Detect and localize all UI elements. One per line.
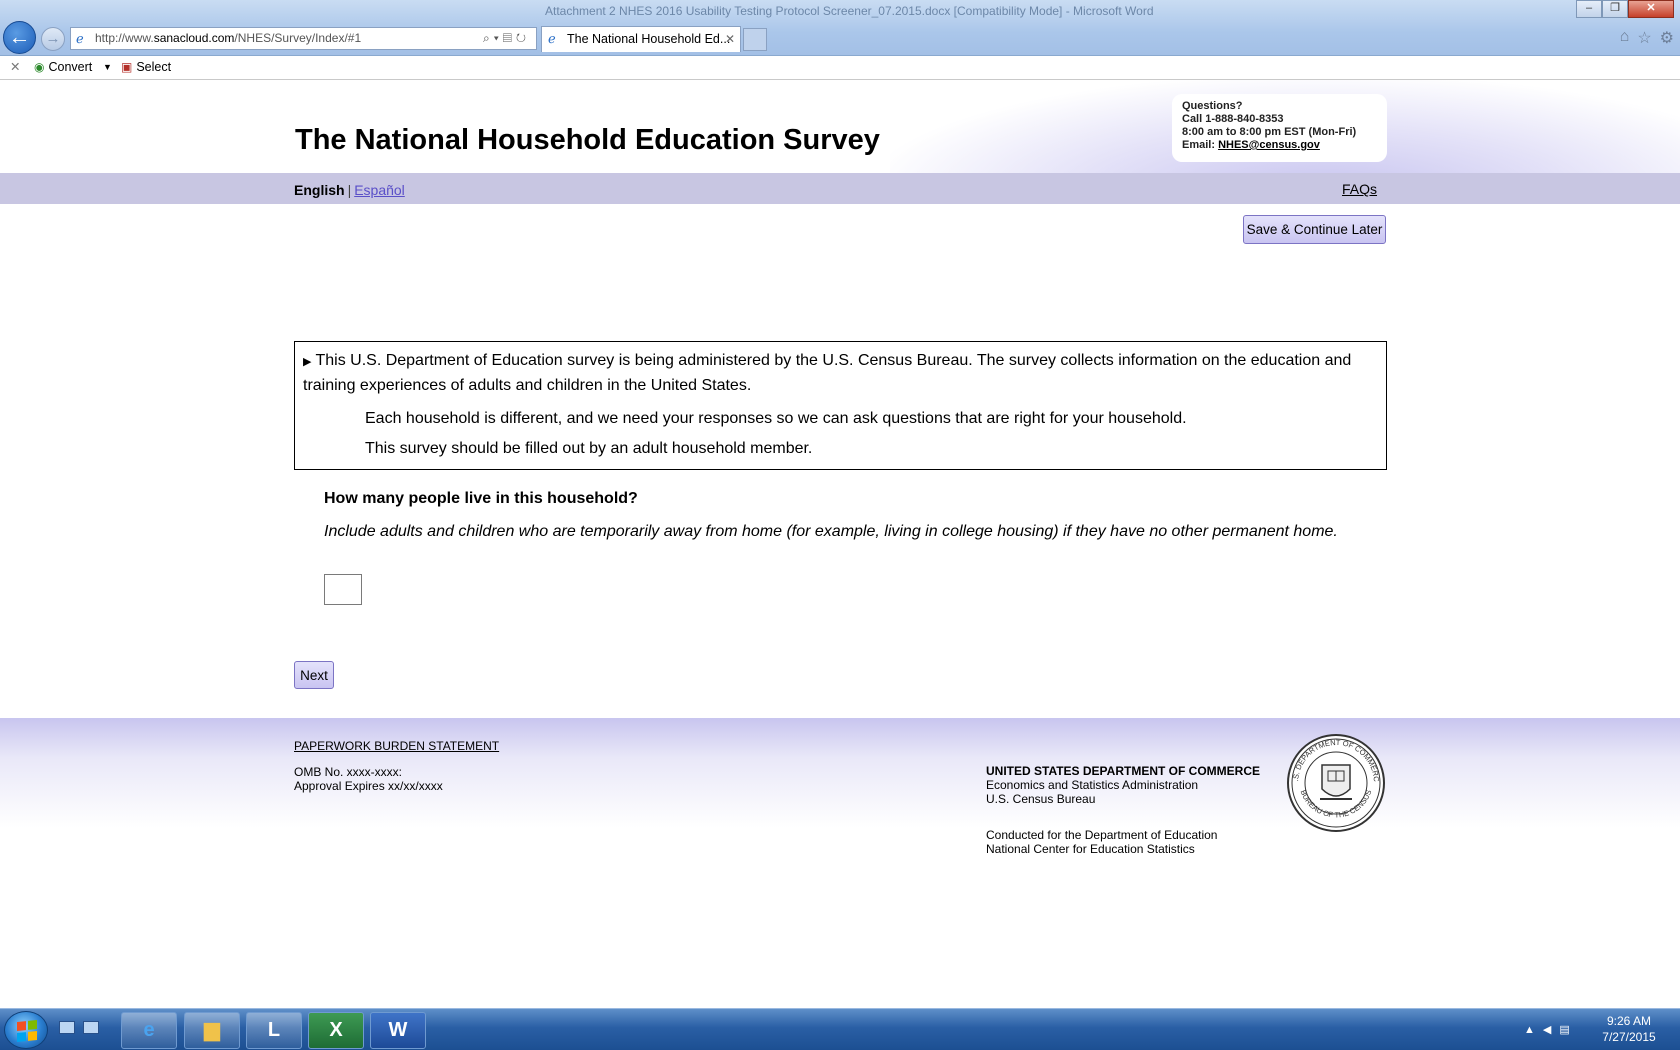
- faqs-link[interactable]: FAQs: [1342, 181, 1377, 197]
- intro-paragraph-2: Each household is different, and we need…: [365, 410, 1187, 427]
- convert-button[interactable]: ◉ Convert: [34, 56, 92, 78]
- clock-date: 7/27/2015: [1602, 1030, 1656, 1044]
- contact-email-link[interactable]: NHES@census.gov: [1218, 139, 1320, 151]
- minimize-button[interactable]: –: [1576, 0, 1602, 18]
- browser-tab[interactable]: ℯ The National Household Ed... ✕: [541, 26, 741, 52]
- convert-dropdown-icon[interactable]: ▼: [103, 56, 112, 78]
- dropdown-icon[interactable]: ▾: [494, 31, 503, 45]
- save-continue-later-button[interactable]: Save & Continue Later: [1243, 215, 1386, 244]
- restore-button[interactable]: ❐: [1602, 0, 1628, 18]
- url-prefix: http://www.: [95, 31, 154, 45]
- taskbar-clock[interactable]: 9:26 AM 7/27/2015: [1594, 1013, 1664, 1045]
- show-desktop-icon[interactable]: [59, 1021, 75, 1034]
- ie-page-icon: ℯ: [548, 31, 556, 46]
- close-tab-icon[interactable]: ✕: [725, 27, 735, 51]
- question-text: How many people live in this household?: [324, 490, 638, 507]
- close-toolbar-icon[interactable]: ✕: [10, 56, 20, 78]
- browser-titlebar: Attachment 2 NHES 2016 Usability Testing…: [0, 0, 1680, 56]
- start-orb-icon[interactable]: [4, 1011, 48, 1049]
- conducted-line-1: Conducted for the Department of Educatio…: [986, 828, 1218, 842]
- url-path: /NHES/Survey/Index/#1: [234, 31, 362, 45]
- question-hint: Include adults and children who are temp…: [324, 523, 1338, 540]
- window-title: Attachment 2 NHES 2016 Usability Testing…: [545, 4, 1154, 18]
- select-button[interactable]: ▣ Select: [121, 56, 171, 78]
- intro-box: ▶ This U.S. Department of Education surve…: [294, 341, 1387, 470]
- intro-paragraph-1: ▶ This U.S. Department of Education surve…: [303, 352, 1352, 394]
- language-spanish-link[interactable]: Español: [354, 182, 405, 198]
- household-count-input[interactable]: [324, 574, 362, 605]
- approval-expires: Approval Expires xx/xx/xxxx: [294, 779, 443, 793]
- language-english: English: [294, 182, 345, 198]
- command-bar: ✕ ◉ Convert ▼ ▣ Select: [0, 56, 1680, 80]
- explorer-folder-taskbar-icon[interactable]: ▆: [184, 1012, 240, 1049]
- conducted-for: Conducted for the Department of Educatio…: [986, 828, 1217, 856]
- contact-heading: Questions?: [1182, 100, 1243, 112]
- back-arrow-icon[interactable]: ←: [3, 21, 36, 54]
- switch-windows-icon[interactable]: [83, 1021, 99, 1034]
- excel-taskbar-icon[interactable]: X: [308, 1012, 364, 1049]
- forward-arrow-icon[interactable]: →: [41, 27, 65, 51]
- favorites-star-icon[interactable]: ☆: [1637, 28, 1651, 48]
- select-icon: ▣: [121, 60, 133, 74]
- triangle-bullet-icon: ▶: [303, 356, 312, 368]
- address-bar[interactable]: ℯ http://www.sanacloud.com/NHES/Survey/I…: [70, 27, 537, 50]
- new-tab-button[interactable]: [743, 28, 767, 51]
- ie-page-icon: ℯ: [76, 31, 84, 46]
- commerce-title: UNITED STATES DEPARTMENT OF COMMERCE: [986, 764, 1260, 778]
- network-icon[interactable]: ▤: [1559, 1024, 1577, 1036]
- contact-hours: 8:00 am to 8:00 pm EST (Mon-Fri): [1182, 126, 1357, 138]
- refresh-icon[interactable]: ↻: [516, 31, 530, 45]
- convert-icon: ◉: [34, 60, 45, 74]
- search-icon[interactable]: ⌕: [483, 31, 494, 45]
- internet-explorer-taskbar-icon[interactable]: e: [121, 1012, 177, 1049]
- conducted-line-2: National Center for Education Statistics: [986, 842, 1195, 856]
- intro-paragraph-3: This survey should be filled out by an a…: [365, 440, 813, 457]
- page-title: The National Household Education Survey: [295, 124, 880, 156]
- commerce-line-3: U.S. Census Bureau: [986, 792, 1096, 806]
- tray-expand-icon[interactable]: ▲: [1524, 1024, 1543, 1036]
- home-icon[interactable]: ⌂: [1620, 28, 1630, 48]
- url-host: sanacloud.com: [153, 31, 235, 45]
- window-controls: – ❐ ✕: [1576, 0, 1674, 18]
- contact-phone: Call 1-888-840-8353: [1182, 113, 1284, 125]
- word-taskbar-icon[interactable]: W: [370, 1012, 426, 1049]
- language-switcher: English | Español: [294, 182, 405, 198]
- contact-box: Questions? Call 1-888-840-8353 8:00 am t…: [1172, 94, 1387, 162]
- windows-taskbar: e ▆ L X W ▲◀▤ 9:26 AM 7/27/2015: [0, 1008, 1680, 1050]
- language-nav-bar: [0, 173, 1680, 204]
- close-window-button[interactable]: ✕: [1628, 0, 1674, 18]
- clock-time: 9:26 AM: [1606, 1014, 1652, 1028]
- page-footer: [0, 718, 1680, 1008]
- contact-email-label: Email:: [1182, 139, 1219, 151]
- next-button[interactable]: Next: [294, 661, 334, 689]
- compat-icon[interactable]: ▤: [503, 31, 516, 45]
- commerce-line-2: Economics and Statistics Administration: [986, 778, 1199, 792]
- omb-number: OMB No. xxxx-xxxx:: [294, 765, 403, 779]
- language-separator: |: [347, 182, 352, 198]
- volume-icon[interactable]: ◀: [1543, 1024, 1559, 1036]
- commerce-info: UNITED STATES DEPARTMENT OF COMMERCE Eco…: [986, 764, 1260, 806]
- omb-info: OMB No. xxxx-xxxx: Approval Expires xx/x…: [294, 765, 443, 793]
- lync-taskbar-icon[interactable]: L: [246, 1012, 302, 1049]
- settings-gear-icon[interactable]: ⚙: [1660, 28, 1674, 48]
- system-tray: ▲◀▤: [1524, 1023, 1578, 1036]
- census-seal: U.S. DEPARTMENT OF COMMERCE BUREAU OF TH…: [1286, 733, 1385, 832]
- paperwork-burden-link[interactable]: PAPERWORK BURDEN STATEMENT: [294, 739, 499, 753]
- tab-title: The National Household Ed...: [567, 32, 731, 46]
